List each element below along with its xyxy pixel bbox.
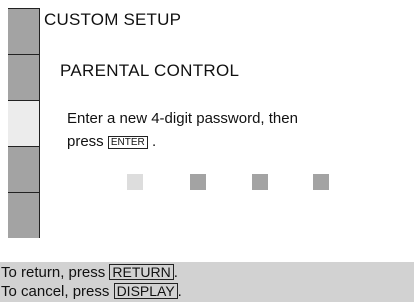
password-digit-box-1[interactable] (127, 174, 143, 190)
password-digit-box-2[interactable] (190, 174, 206, 190)
display-key-label: DISPLAY (113, 283, 178, 299)
instruction-line-2: press ENTER . (67, 133, 156, 150)
return-key-label: RETURN (109, 264, 174, 280)
instruction-prefix: press (67, 133, 104, 150)
page-title: CUSTOM SETUP (44, 10, 182, 29)
sidebar-tab-5[interactable] (8, 193, 39, 238)
cancel-prefix: To cancel, press (1, 283, 110, 300)
setup-screen: CUSTOM SETUP PARENTAL CONTROL Enter a ne… (0, 0, 414, 302)
cancel-suffix: . (177, 283, 182, 300)
return-suffix: . (173, 264, 178, 281)
sidebar-tab-3[interactable] (8, 101, 39, 147)
sidebar-tab-4[interactable] (8, 147, 39, 193)
footer-cancel-hint: To cancel, press DISPLAY. (1, 283, 182, 300)
password-digit-box-3[interactable] (252, 174, 268, 190)
sidebar-tab-1[interactable] (8, 9, 39, 55)
setup-menu-sidebar (8, 8, 40, 238)
sidebar-tab-2[interactable] (8, 55, 39, 101)
instruction-suffix: . (151, 133, 157, 150)
section-title: PARENTAL CONTROL (60, 61, 240, 80)
help-footer: To return, press RETURN. To cancel, pres… (0, 262, 414, 302)
instruction-line-1: Enter a new 4-digit password, then (67, 110, 298, 127)
password-digit-box-4[interactable] (313, 174, 329, 190)
footer-return-hint: To return, press RETURN. (1, 264, 178, 281)
return-prefix: To return, press (1, 264, 106, 281)
enter-key-label: ENTER (107, 136, 148, 149)
